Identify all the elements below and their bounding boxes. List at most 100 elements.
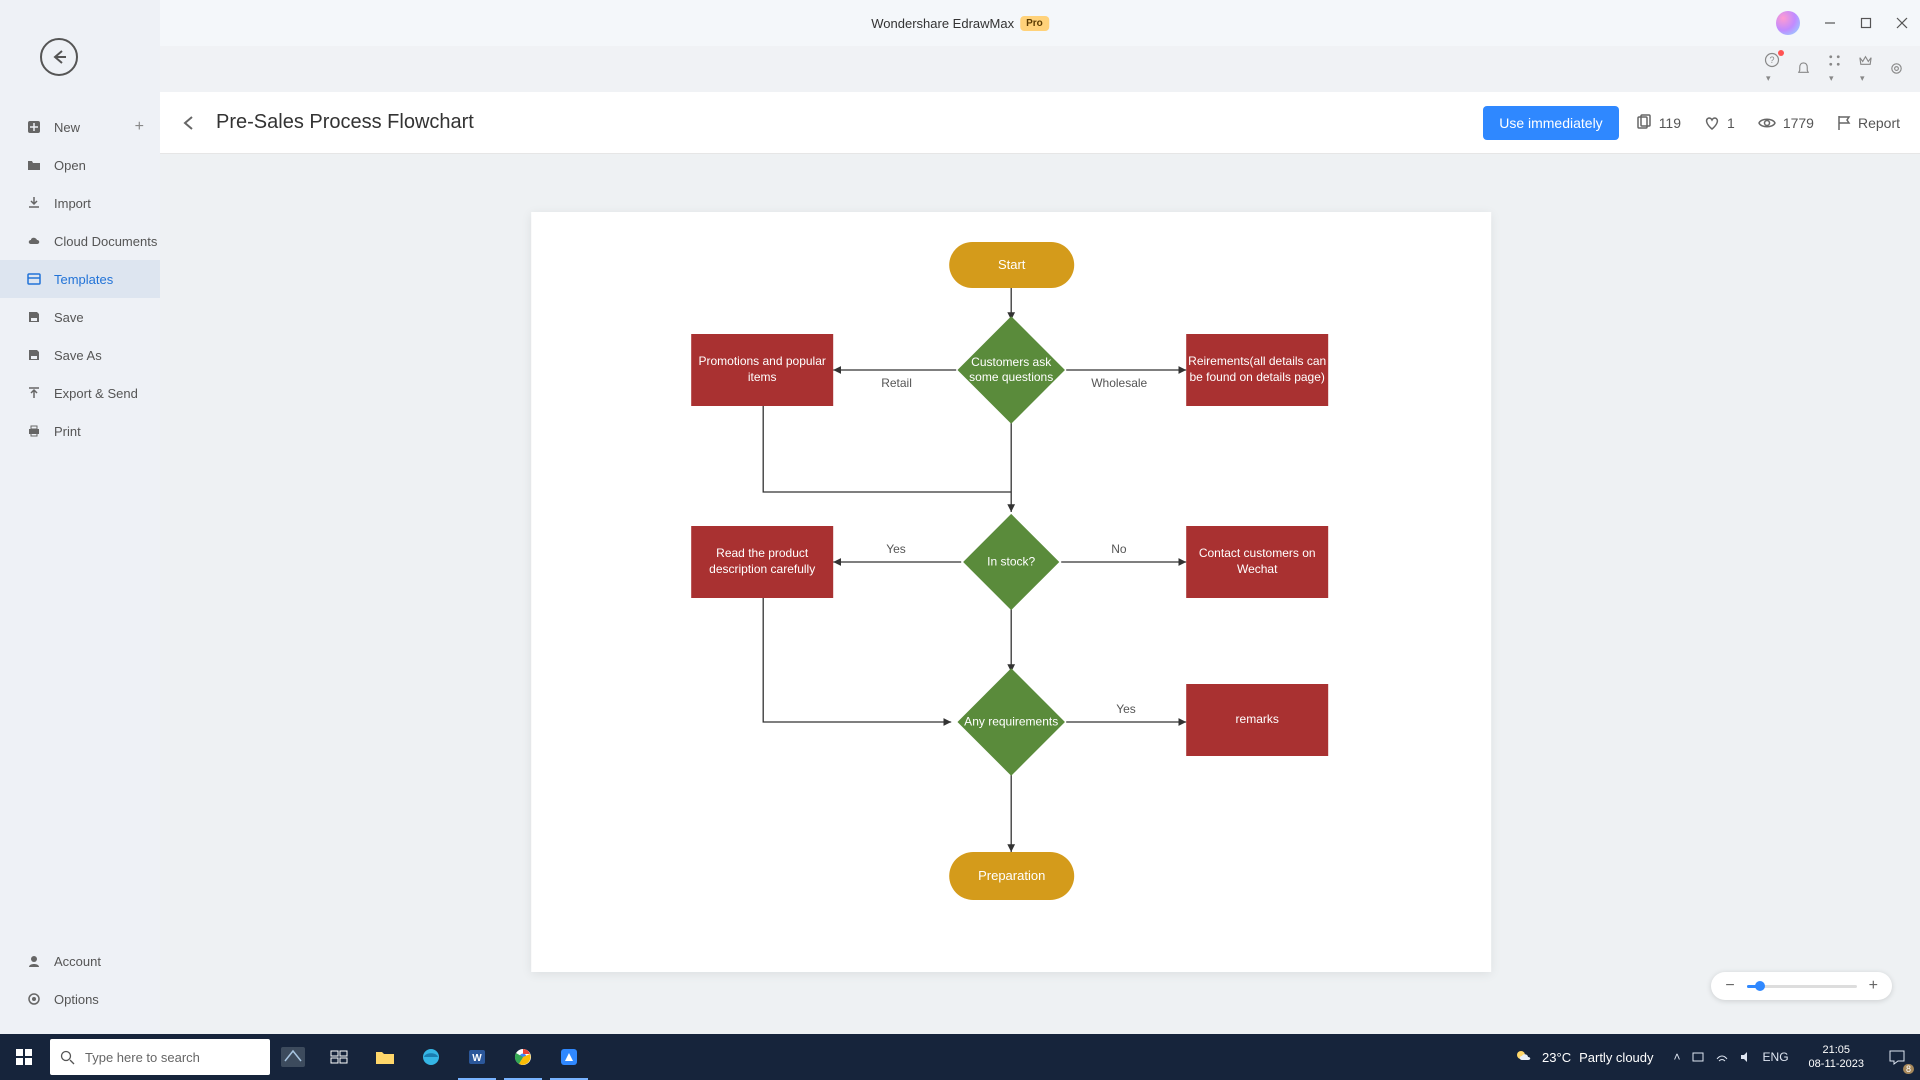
crown-icon[interactable]: ▾ [1858, 53, 1873, 85]
print-icon [26, 423, 42, 439]
search-placeholder: Type here to search [85, 1050, 200, 1065]
taskbar-clock[interactable]: 21:05 08-11-2023 [1799, 1043, 1874, 1072]
sidebar-item-import[interactable]: Import [0, 184, 160, 222]
flag-icon [1836, 114, 1852, 132]
taskbar-explorer[interactable] [362, 1034, 408, 1080]
sidebar-item-templates[interactable]: Templates [0, 260, 160, 298]
taskbar-app-1[interactable] [270, 1034, 316, 1080]
node-decision-customers: Customers ask some questions [973, 332, 1049, 408]
tray-wifi-icon[interactable] [1715, 1050, 1729, 1064]
minimize-button[interactable] [1812, 0, 1848, 46]
sidebar-item-print[interactable]: Print [0, 412, 160, 450]
edge-label-yes: Yes [886, 542, 906, 556]
sidebar-item-open[interactable]: Open [0, 146, 160, 184]
tray-volume-icon[interactable] [1739, 1050, 1753, 1064]
saveas-icon [26, 347, 42, 363]
maximize-button[interactable] [1848, 0, 1884, 46]
sidebar-item-label: Print [54, 424, 81, 439]
edge-label-no: No [1111, 542, 1126, 556]
weather-temp: 23°C [1542, 1050, 1571, 1065]
node-remarks: remarks [1186, 684, 1328, 756]
sidebar-item-save[interactable]: Save [0, 298, 160, 336]
sidebar-item-label: Options [54, 992, 99, 1007]
edge-label-yes2: Yes [1116, 702, 1136, 716]
node-promotions: Promotions and popular items [691, 334, 833, 406]
left-sidebar: New + Open Import Cloud Documents Templa… [0, 0, 160, 1080]
node-requirements-details: Reirements(all details can be found on d… [1186, 334, 1328, 406]
clock-time: 21:05 [1809, 1043, 1864, 1057]
tray-lang[interactable]: ENG [1763, 1050, 1789, 1064]
copies-icon [1635, 114, 1653, 132]
app-name: Wondershare EdrawMax [871, 16, 1014, 31]
sidebar-item-account[interactable]: Account [0, 942, 160, 980]
use-immediately-button[interactable]: Use immediately [1483, 106, 1618, 140]
bell-icon[interactable] [1796, 61, 1811, 76]
sidebar-item-label: Import [54, 196, 91, 211]
close-button[interactable] [1884, 0, 1920, 46]
sidebar-item-label: Open [54, 158, 86, 173]
views-stat[interactable]: 1779 [1757, 114, 1814, 132]
report-label: Report [1858, 115, 1900, 131]
back-button[interactable] [180, 114, 198, 132]
taskbar-edrawmax[interactable] [546, 1034, 592, 1080]
node-decision-instock: In stock? [977, 528, 1045, 596]
node-read-description: Read the product description carefully [691, 526, 833, 598]
user-avatar[interactable] [1776, 11, 1800, 35]
tray-onedrive-icon[interactable] [1691, 1050, 1705, 1064]
title-bar: Wondershare EdrawMax Pro [0, 0, 1920, 46]
sidebar-item-saveas[interactable]: Save As [0, 336, 160, 374]
zoom-control[interactable]: − + [1711, 972, 1892, 1000]
zoom-slider[interactable] [1747, 985, 1857, 988]
content-header: Pre-Sales Process Flowchart Use immediat… [160, 92, 1920, 154]
eye-icon [1757, 114, 1777, 132]
page-title: Pre-Sales Process Flowchart [216, 111, 474, 134]
clock-date: 08-11-2023 [1809, 1057, 1864, 1071]
grid-icon[interactable]: ▾ [1827, 53, 1842, 85]
new-icon [26, 119, 42, 135]
zoom-in-button[interactable]: + [1869, 977, 1878, 995]
sidebar-item-export[interactable]: Export & Send [0, 374, 160, 412]
taskbar-word[interactable]: W [454, 1034, 500, 1080]
secondary-toolbar: ? ▾ ▾ ▾ [160, 46, 1920, 91]
taskbar: Type here to search W 23°C Partly cloudy… [0, 1034, 1920, 1080]
search-bar[interactable]: Type here to search [50, 1039, 270, 1075]
taskbar-chrome[interactable] [500, 1034, 546, 1080]
export-icon [26, 385, 42, 401]
sidebar-item-options[interactable]: Options [0, 980, 160, 1018]
report-button[interactable]: Report [1836, 114, 1900, 132]
sidebar-item-label: Templates [54, 272, 113, 287]
sidebar-item-cloud[interactable]: Cloud Documents [0, 222, 160, 260]
sidebar-item-label: Export & Send [54, 386, 138, 401]
start-button[interactable] [0, 1034, 48, 1080]
copies-stat[interactable]: 119 [1635, 114, 1681, 132]
app-title: Wondershare EdrawMax Pro [871, 16, 1049, 31]
gear-icon[interactable] [1889, 61, 1904, 76]
back-home-button[interactable] [40, 38, 78, 76]
taskbar-weather[interactable]: 23°C Partly cloudy [1504, 1047, 1663, 1067]
weather-desc: Partly cloudy [1579, 1050, 1653, 1065]
gear-icon [26, 991, 42, 1007]
sidebar-item-label: Cloud Documents [54, 234, 157, 249]
likes-stat[interactable]: 1 [1703, 114, 1735, 132]
help-icon[interactable]: ? ▾ [1764, 52, 1780, 85]
node-decision-anyreq: Any requirements [973, 684, 1049, 760]
node-contact-wechat: Contact customers on Wechat [1186, 526, 1328, 598]
svg-text:W: W [472, 1053, 482, 1064]
canvas-area[interactable]: Start Customers ask some questions Promo… [160, 154, 1920, 1048]
account-icon [26, 953, 42, 969]
sidebar-item-new[interactable]: New + [0, 108, 160, 146]
zoom-out-button[interactable]: − [1725, 977, 1734, 995]
sidebar-item-label: Save [54, 310, 84, 325]
taskbar-edge[interactable] [408, 1034, 454, 1080]
taskbar-task-view[interactable] [316, 1034, 362, 1080]
templates-icon [26, 271, 42, 287]
system-tray[interactable]: ˄ ENG [1664, 1050, 1799, 1064]
copies-count: 119 [1659, 115, 1681, 131]
notif-badge: 8 [1903, 1064, 1914, 1074]
plus-icon: + [135, 118, 144, 136]
pro-badge: Pro [1020, 16, 1049, 31]
tray-chevron-up-icon[interactable]: ˄ [1674, 1050, 1681, 1064]
sidebar-item-label: New [54, 120, 80, 135]
taskbar-notifications[interactable]: 8 [1874, 1034, 1920, 1080]
search-icon [60, 1050, 75, 1065]
